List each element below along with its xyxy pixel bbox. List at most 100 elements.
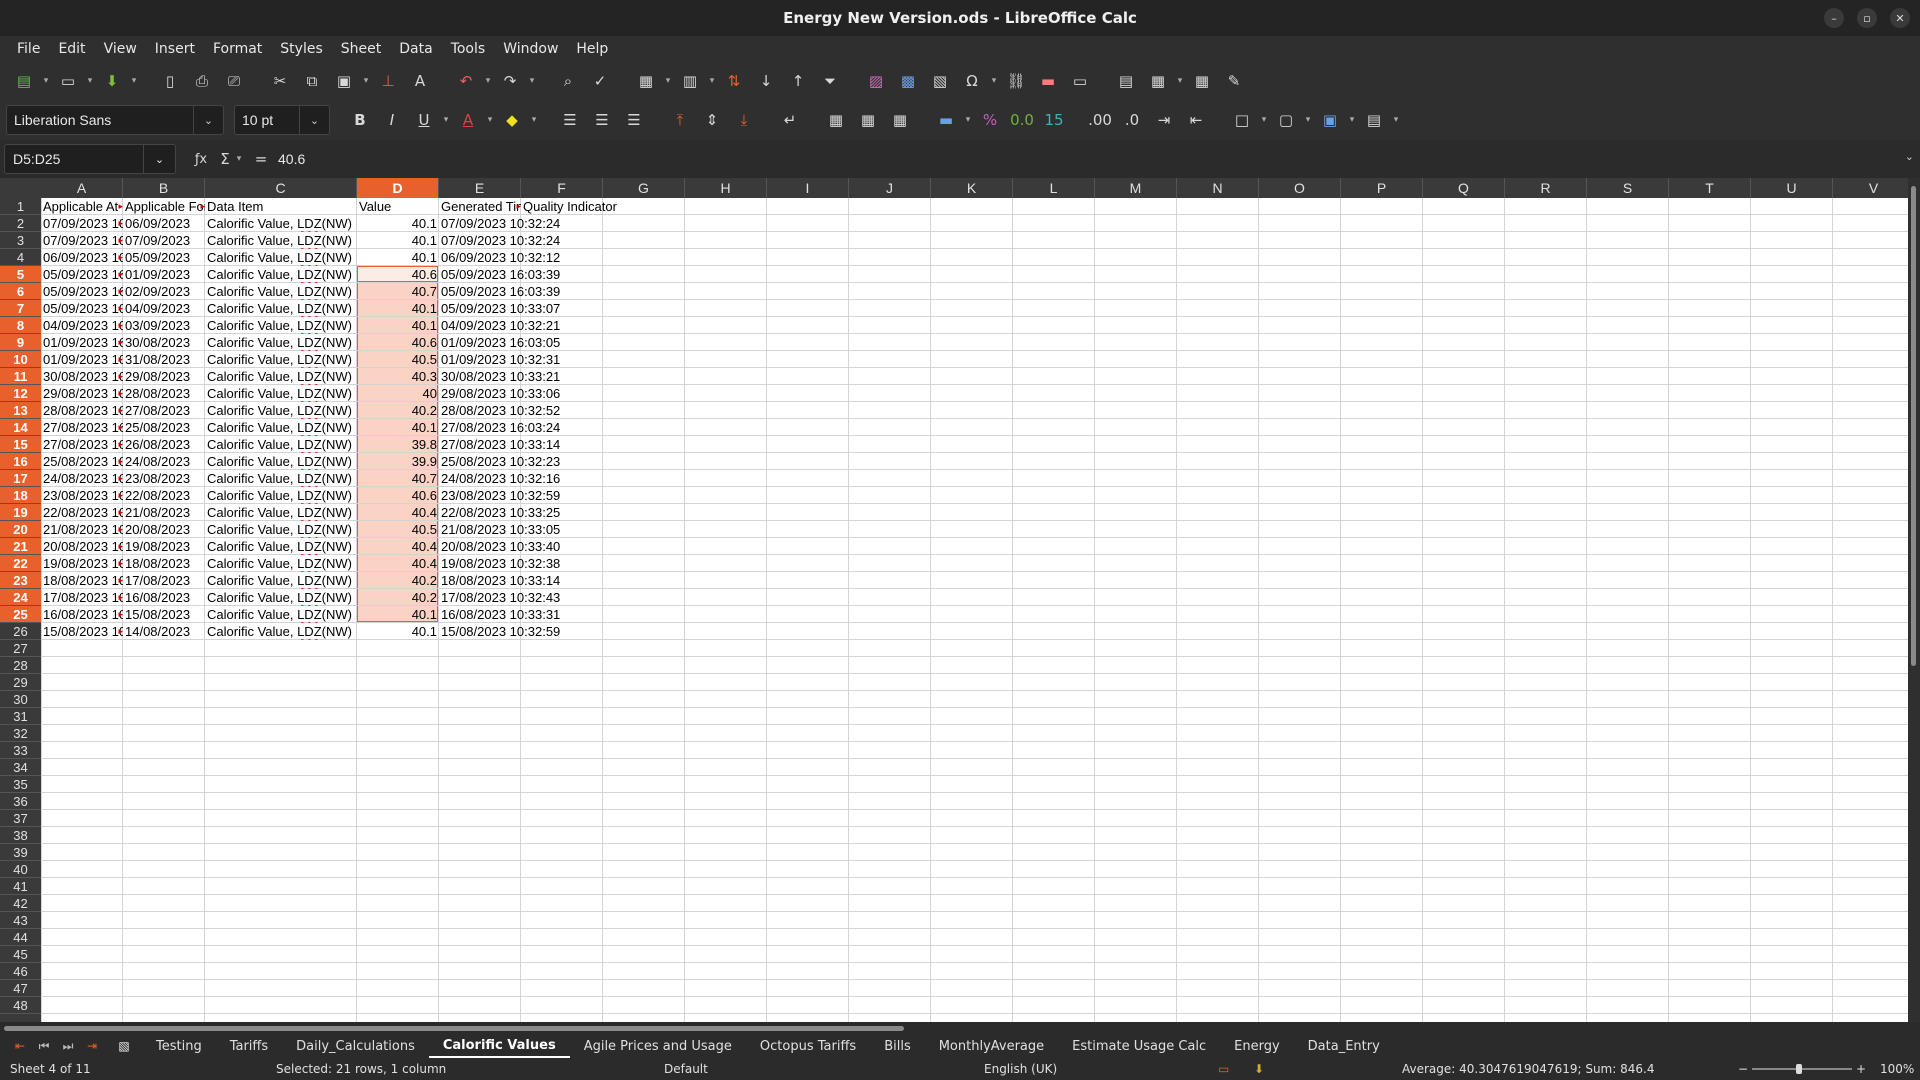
cell-a9[interactable]: 01/09/2023 16:03:05 bbox=[41, 334, 123, 351]
row-header[interactable]: 33 bbox=[0, 742, 41, 759]
cell-a4[interactable]: 06/09/2023 10:32:12 bbox=[41, 249, 123, 266]
border-color-icon[interactable]: ▣ bbox=[1317, 107, 1343, 133]
cell-b1[interactable]: Applicable For bbox=[123, 198, 205, 215]
clone-formatting-icon[interactable]: ⊥ bbox=[375, 68, 401, 94]
column-header-o[interactable]: O bbox=[1259, 178, 1341, 198]
cell-a2[interactable]: 07/09/2023 10:32:24 bbox=[41, 215, 123, 232]
cell-d16[interactable]: 39.9 bbox=[357, 453, 439, 470]
vertical-scroll-thumb[interactable] bbox=[1911, 186, 1916, 666]
cell-b21[interactable]: 19/08/2023 bbox=[123, 538, 205, 555]
row-header[interactable]: 18 bbox=[0, 487, 41, 504]
row-header[interactable]: 6 bbox=[0, 283, 41, 300]
merge-center-icon[interactable]: ▦ bbox=[823, 107, 849, 133]
row-header[interactable]: 13 bbox=[0, 402, 41, 419]
cell-e17[interactable]: 24/08/2023 10:32:16 bbox=[439, 470, 579, 487]
column-header-r[interactable]: R bbox=[1505, 178, 1587, 198]
cell-c5[interactable]: Calorific Value, LDZ(NW) bbox=[205, 266, 357, 283]
font-color-dropdown-icon[interactable]: ▾ bbox=[485, 107, 495, 133]
cell-d22[interactable]: 40.4 bbox=[357, 555, 439, 572]
conditional-format-icon[interactable]: ▤ bbox=[1361, 107, 1387, 133]
cell-b26[interactable]: 14/08/2023 bbox=[123, 623, 205, 640]
cell-c9[interactable]: Calorific Value, LDZ(NW) bbox=[205, 334, 357, 351]
cell-a15[interactable]: 27/08/2023 10:33:14 bbox=[41, 436, 123, 453]
print-preview-icon[interactable]: ⎚ bbox=[221, 68, 247, 94]
pivot-table-icon[interactable]: ▧ bbox=[927, 68, 953, 94]
menu-styles[interactable]: Styles bbox=[271, 41, 331, 57]
cell-b3[interactable]: 07/09/2023 bbox=[123, 232, 205, 249]
row-header[interactable]: 35 bbox=[0, 776, 41, 793]
cell-c21[interactable]: Calorific Value, LDZ(NW) bbox=[205, 538, 357, 555]
cell-a12[interactable]: 29/08/2023 10:33:06 bbox=[41, 385, 123, 402]
open-folder-icon[interactable]: ▭ bbox=[55, 68, 81, 94]
menu-help[interactable]: Help bbox=[567, 41, 617, 57]
row-header[interactable]: 46 bbox=[0, 963, 41, 980]
menu-edit[interactable]: Edit bbox=[49, 41, 94, 57]
expand-formula-icon[interactable]: ⌄ bbox=[1905, 150, 1914, 163]
row-header[interactable]: 34 bbox=[0, 759, 41, 776]
menu-file[interactable]: File bbox=[8, 41, 49, 57]
cell-e4[interactable]: 06/09/2023 10:32:12 bbox=[439, 249, 579, 266]
decrease-indent-icon[interactable]: ⇤ bbox=[1183, 107, 1209, 133]
cell-d20[interactable]: 40.5 bbox=[357, 521, 439, 538]
row-header[interactable]: 25 bbox=[0, 606, 41, 623]
save-dropdown-icon[interactable]: ▾ bbox=[129, 68, 139, 94]
sheet-tab[interactable]: Octopus Tariffs bbox=[746, 1034, 870, 1058]
cell-e23[interactable]: 18/08/2023 10:33:14 bbox=[439, 572, 579, 589]
row-header[interactable]: 10 bbox=[0, 351, 41, 368]
last-sheet-icon[interactable]: ⇥ bbox=[80, 1039, 104, 1053]
cell-e8[interactable]: 04/09/2023 10:32:21 bbox=[439, 317, 579, 334]
cell-c23[interactable]: Calorific Value, LDZ(NW) bbox=[205, 572, 357, 589]
cell-c3[interactable]: Calorific Value, LDZ(NW) bbox=[205, 232, 357, 249]
row-header[interactable]: 44 bbox=[0, 929, 41, 946]
first-sheet-icon[interactable]: ⇤ bbox=[8, 1039, 32, 1053]
cell-area[interactable]: Applicable AtApplicable ForData ItemValu… bbox=[41, 198, 1908, 1022]
minimize-button[interactable]: – bbox=[1824, 8, 1844, 28]
merge-cells-icon[interactable]: ▦ bbox=[855, 107, 881, 133]
page-style[interactable]: Default bbox=[664, 1062, 708, 1076]
cell-c26[interactable]: Calorific Value, LDZ(NW) bbox=[205, 623, 357, 640]
cell-b9[interactable]: 30/08/2023 bbox=[123, 334, 205, 351]
formula-input[interactable]: 40.6 bbox=[270, 144, 1898, 174]
row-header[interactable]: 24 bbox=[0, 589, 41, 606]
cell-d15[interactable]: 39.8 bbox=[357, 436, 439, 453]
column-header-k[interactable]: K bbox=[931, 178, 1013, 198]
cell-d4[interactable]: 40.1 bbox=[357, 249, 439, 266]
cell-b4[interactable]: 05/09/2023 bbox=[123, 249, 205, 266]
row-header[interactable]: 21 bbox=[0, 538, 41, 555]
previous-sheet-icon[interactable]: ⏮ bbox=[32, 1039, 56, 1054]
borders-dropdown-icon[interactable]: ▾ bbox=[1259, 107, 1269, 133]
row-header[interactable]: 22 bbox=[0, 555, 41, 572]
column-header-t[interactable]: T bbox=[1669, 178, 1751, 198]
row-header[interactable]: 8 bbox=[0, 317, 41, 334]
sheet-tab[interactable]: MonthlyAverage bbox=[925, 1034, 1058, 1058]
cell-a16[interactable]: 25/08/2023 10:32:23 bbox=[41, 453, 123, 470]
cell-a24[interactable]: 17/08/2023 10:32:43 bbox=[41, 589, 123, 606]
freeze-dropdown-icon[interactable]: ▾ bbox=[1175, 68, 1185, 94]
cell-c22[interactable]: Calorific Value, LDZ(NW) bbox=[205, 555, 357, 572]
cell-d12[interactable]: 40 bbox=[357, 385, 439, 402]
column-header-a[interactable]: A bbox=[41, 178, 123, 198]
cell-e18[interactable]: 23/08/2023 10:32:59 bbox=[439, 487, 579, 504]
chevron-down-icon[interactable]: ⌄ bbox=[193, 106, 223, 134]
menu-window[interactable]: Window bbox=[494, 41, 567, 57]
cell-e6[interactable]: 05/09/2023 16:03:39 bbox=[439, 283, 579, 300]
row-header[interactable]: 17 bbox=[0, 470, 41, 487]
cell-c18[interactable]: Calorific Value, LDZ(NW) bbox=[205, 487, 357, 504]
row-header[interactable]: 48 bbox=[0, 997, 41, 1014]
hyperlink-icon[interactable]: ⛓ bbox=[1003, 68, 1029, 94]
underline-dropdown-icon[interactable]: ▾ bbox=[441, 107, 451, 133]
zoom-level[interactable]: 100% bbox=[1880, 1062, 1914, 1076]
delete-decimal-icon[interactable]: .0 bbox=[1119, 107, 1145, 133]
cell-c12[interactable]: Calorific Value, LDZ(NW) bbox=[205, 385, 357, 402]
cell-e26[interactable]: 15/08/2023 10:32:59 bbox=[439, 623, 579, 640]
cell-d21[interactable]: 40.4 bbox=[357, 538, 439, 555]
cell-a6[interactable]: 05/09/2023 16:03:39 bbox=[41, 283, 123, 300]
sheet-tab[interactable]: Testing bbox=[142, 1034, 216, 1058]
cell-d26[interactable]: 40.1 bbox=[357, 623, 439, 640]
cell-b2[interactable]: 06/09/2023 bbox=[123, 215, 205, 232]
cell-d6[interactable]: 40.7 bbox=[357, 283, 439, 300]
cell-a20[interactable]: 21/08/2023 10:33:05 bbox=[41, 521, 123, 538]
cell-e20[interactable]: 21/08/2023 10:33:05 bbox=[439, 521, 579, 538]
row-header[interactable]: 42 bbox=[0, 895, 41, 912]
cell-c4[interactable]: Calorific Value, LDZ(NW) bbox=[205, 249, 357, 266]
